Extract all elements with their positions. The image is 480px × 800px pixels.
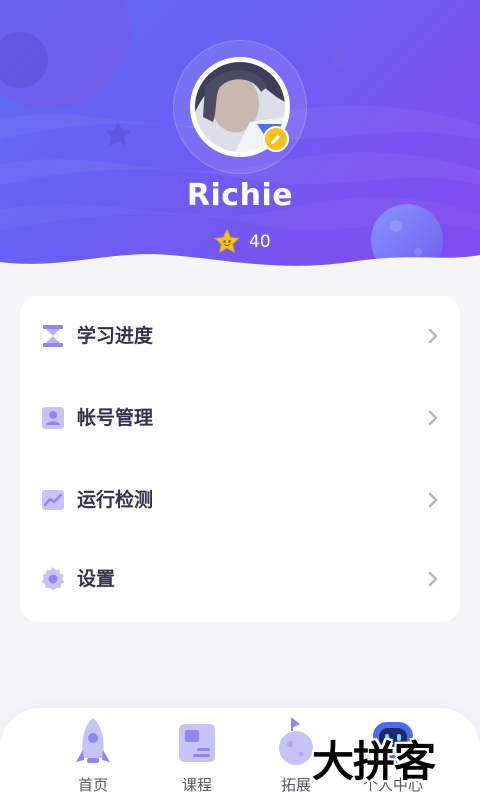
menu-item-label: 学习进度 xyxy=(77,325,154,347)
menu-card: 学习进度 帐号管理 运行检测 设置 xyxy=(20,296,460,622)
points-value: 40 xyxy=(249,232,271,252)
nav-item-extension[interactable]: 拓展 xyxy=(256,708,336,800)
menu-item-account-management[interactable]: 帐号管理 xyxy=(20,388,460,448)
menu-item-label: 设置 xyxy=(77,568,116,590)
username: Richie xyxy=(186,178,294,213)
nav-item-courses[interactable]: 课程 xyxy=(157,708,237,800)
course-board-icon xyxy=(179,724,215,762)
nav-label: 首页 xyxy=(77,776,108,794)
gear-icon xyxy=(41,567,65,591)
hourglass-icon xyxy=(43,325,63,347)
bottom-nav: 首页 课程 拓展 个人中心 xyxy=(0,708,480,800)
rocket-icon xyxy=(76,718,110,763)
planet-icon xyxy=(279,718,313,765)
chevron-right-icon xyxy=(428,410,438,426)
nav-label: 拓展 xyxy=(280,776,311,794)
nav-label: 课程 xyxy=(181,776,212,794)
chevron-right-icon xyxy=(428,571,438,587)
robot-icon xyxy=(373,722,413,764)
chevron-right-icon xyxy=(428,492,438,508)
menu-item-label: 运行检测 xyxy=(77,489,154,511)
nav-item-personal-center[interactable]: 个人中心 xyxy=(353,708,433,800)
edit-avatar-button[interactable] xyxy=(263,126,289,152)
chart-icon xyxy=(42,490,64,510)
user-card-icon xyxy=(42,407,64,429)
profile-header: Richie 40 xyxy=(0,0,480,290)
menu-item-run-detection[interactable]: 运行检测 xyxy=(20,470,460,530)
pencil-icon xyxy=(271,135,280,144)
nav-item-home[interactable]: 首页 xyxy=(53,708,133,800)
menu-item-learning-progress[interactable]: 学习进度 xyxy=(20,306,460,366)
menu-item-settings[interactable]: 设置 xyxy=(20,549,460,609)
nav-label: 个人中心 xyxy=(362,776,423,794)
star-icon xyxy=(214,228,240,253)
points-display: 40 xyxy=(213,228,271,256)
chevron-right-icon xyxy=(428,328,438,344)
menu-item-label: 帐号管理 xyxy=(77,407,154,429)
